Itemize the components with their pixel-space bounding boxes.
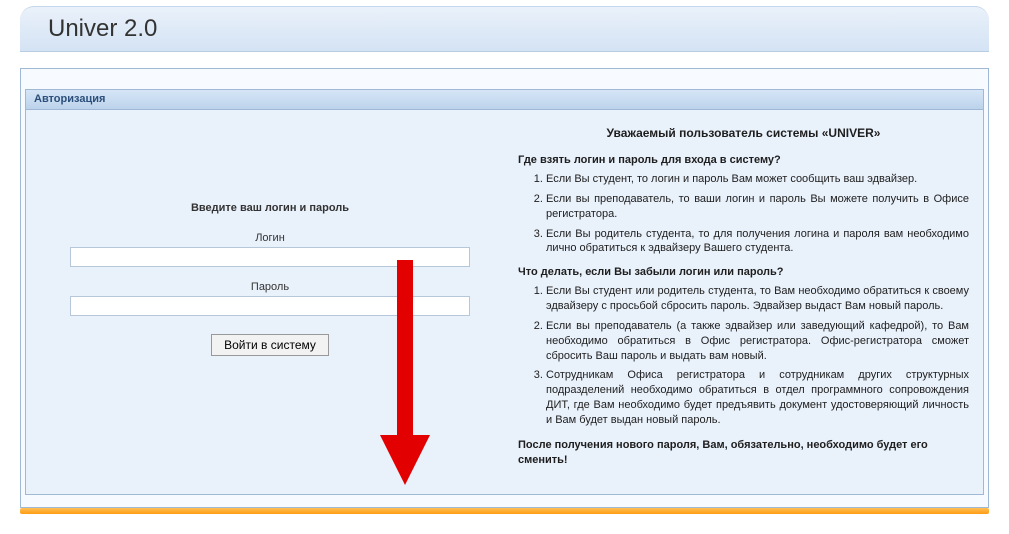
main-container: Авторизация Введите ваш логин и пароль Л…: [20, 68, 989, 508]
login-input[interactable]: [70, 247, 470, 267]
info-q1-list: Если Вы студент, то логин и пароль Вам м…: [518, 172, 969, 256]
password-label: Пароль: [40, 281, 500, 293]
list-item: Если Вы родитель студента, то для получе…: [546, 227, 969, 257]
password-input[interactable]: [70, 296, 470, 316]
header-bar: Univer 2.0: [20, 6, 989, 52]
panel-body: Введите ваш логин и пароль Логин Пароль …: [26, 110, 983, 494]
form-title: Введите ваш логин и пароль: [40, 202, 500, 214]
info-section: Уважаемый пользователь системы «UNIVER» …: [518, 122, 969, 468]
app-title: Univer 2.0: [48, 15, 157, 43]
list-item: Если вы преподаватель (а также эдвайзер …: [546, 319, 969, 364]
login-label: Логин: [40, 232, 500, 244]
list-item: Если Вы студент, то логин и пароль Вам м…: [546, 172, 969, 187]
submit-button[interactable]: Войти в систему: [211, 334, 329, 356]
list-item: Сотрудникам Офиса регистратора и сотрудн…: [546, 368, 969, 427]
panel-title: Авторизация: [26, 90, 983, 110]
info-q2: Что делать, если Вы забыли логин или пар…: [518, 266, 969, 278]
list-item: Если Вы студент или родитель студента, т…: [546, 284, 969, 314]
info-q1: Где взять логин и пароль для входа в сис…: [518, 154, 969, 166]
info-footer: После получения нового пароля, Вам, обяз…: [518, 438, 969, 468]
info-heading: Уважаемый пользователь системы «UNIVER»: [518, 126, 969, 140]
auth-panel: Авторизация Введите ваш логин и пароль Л…: [25, 89, 984, 495]
list-item: Если вы преподаватель, то ваши логин и п…: [546, 192, 969, 222]
info-q2-list: Если Вы студент или родитель студента, т…: [518, 284, 969, 428]
footer-bar: [20, 508, 989, 514]
login-form: Введите ваш логин и пароль Логин Пароль …: [40, 122, 500, 468]
spacer: [21, 69, 988, 89]
